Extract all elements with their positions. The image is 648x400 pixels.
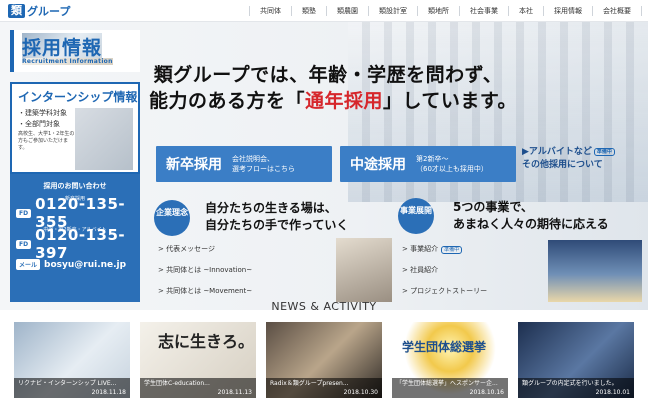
news-card[interactable]: 類グループの内定式を行いました。 2018.10.01 (518, 322, 634, 398)
recruit-title-block: 採用情報 Recruitment Information (10, 30, 140, 72)
nav-item-social[interactable]: 社会事業 (459, 6, 508, 16)
mid-career-desc1: 第2新卒〜 (416, 155, 449, 163)
preparing-badge: 準備中 (441, 246, 463, 254)
nav-item-honsha[interactable]: 本社 (508, 6, 543, 16)
mid-career-desc: 第2新卒〜 （60才以上も採用中） (416, 154, 488, 174)
link-business[interactable]: > 事業紹介 準備中 (402, 244, 487, 265)
phone-row-mid-career[interactable]: FD 0120-135-397 (16, 226, 134, 262)
thumb-text: 志に生きろ。 (158, 332, 255, 351)
news-date: 2018.11.13 (217, 389, 252, 396)
headline2-suffix: 」しています。 (383, 90, 518, 112)
new-grad-desc2: 選考フローはこちら (232, 165, 295, 173)
new-grad-desc: 会社説明会、 選考フローはこちら (232, 154, 295, 174)
nav-item-noen[interactable]: 類農園 (326, 6, 368, 16)
business-links: > 事業紹介 準備中 > 社員紹介 > プロジェクトストーリー (402, 244, 487, 307)
philosophy-links: > 代表メッセージ > 共同体とは ~Innovation~ > 共同体とは ~… (158, 244, 252, 307)
global-nav: 共同体 類塾 類農園 類設計室 類地所 社会事業 本社 採用情報 会社概要 (249, 0, 642, 22)
link-innovation-label: 共同体とは ~Innovation~ (166, 266, 253, 274)
logo-text: グループ (27, 5, 71, 18)
link-staff-label: 社員紹介 (410, 266, 439, 274)
news-date: 2018.11.18 (91, 389, 126, 396)
link-staff[interactable]: > 社員紹介 (402, 265, 487, 286)
top-header: 類 グループ 共同体 類塾 類農園 類設計室 類地所 社会事業 本社 採用情報 … (0, 0, 648, 22)
philosophy-badge: 企業理念 (154, 200, 190, 236)
arbeit-link[interactable]: ▶アルバイトなど 準備中 その他採用について (522, 144, 642, 170)
link-message[interactable]: > 代表メッセージ (158, 244, 252, 265)
ceo-photo (336, 238, 392, 302)
internship-title: インターンシップ情報 (18, 90, 138, 104)
nav-item-juku[interactable]: 類塾 (291, 6, 326, 16)
news-card[interactable]: Radix＆類グループpresen... 2018.10.30 (266, 322, 382, 398)
arbeit-label: ▶アルバイトなど (522, 147, 592, 157)
news-date: 2018.10.01 (595, 389, 630, 396)
nav-item-sekkei[interactable]: 類設計室 (368, 6, 417, 16)
internship-photo (75, 108, 133, 170)
mid-career-title: 中途採用 (350, 157, 406, 173)
news-card[interactable]: 志に生きろ。 学生団体C-education... 2018.11.13 (140, 322, 256, 398)
internship-banner[interactable]: インターンシップ情報 ・建築学科対象 ・全部門対象 高校生、大学1・2年生の方も… (10, 82, 140, 174)
hero-section: 採用情報 Recruitment Information インターンシップ情報 … (0, 22, 648, 310)
mid-career-desc2: （60才以上も採用中） (416, 165, 488, 173)
news-card[interactable]: 学生団体総選挙 「学生団体総選挙」へスポンサー企... 2018.10.16 (392, 322, 508, 398)
freedial-icon: FD (16, 208, 32, 218)
philosophy-line2: 自分たちの手で作っていく (205, 218, 349, 232)
internship-note: 高校生、大学1・2年生の方もご参加いただけます。 (18, 131, 75, 151)
hero-headline-line1: 類グループでは、年齢・学歴を問わず、 (153, 64, 503, 86)
mail-row[interactable]: メール bosyu@rui.ne.jp (16, 259, 134, 270)
arbeit-line2: その他採用について (522, 160, 603, 170)
preparing-badge: 準備中 (593, 148, 615, 156)
page-title: 採用情報 (22, 33, 103, 60)
new-grad-title: 新卒採用 (166, 157, 222, 173)
new-grad-desc1: 会社説明会、 (232, 155, 274, 163)
business-badge: 事業展開 (398, 198, 434, 234)
news-card[interactable]: リクナビ・インターンシップ LIVE... 2018.11.18 (14, 322, 130, 398)
link-innovation[interactable]: > 共同体とは ~Innovation~ (158, 265, 252, 286)
thumb-text: 学生団体総選挙 (402, 340, 487, 354)
freedial-icon: FD (16, 239, 32, 249)
philosophy-line1: 自分たちの生きる場は、 (205, 201, 337, 215)
phone-row-new-grad[interactable]: FD 0120-135-355 (16, 195, 134, 231)
news-date: 2018.10.30 (343, 389, 378, 396)
business-line1: 5つの事業で、 (453, 200, 533, 214)
mail-icon: メール (16, 259, 41, 270)
business-line2: あまねく人々の期待に応える (453, 217, 609, 231)
nav-item-company[interactable]: 会社概要 (592, 6, 642, 16)
contact-box: 採用のお問い合わせ 新卒採用 FD 0120-135-355 中途・第2新卒・ア… (10, 174, 140, 302)
mail-address[interactable]: bosyu@rui.ne.jp (44, 260, 126, 270)
phone-mid-career[interactable]: 0120-135-397 (35, 226, 134, 262)
link-message-label: 代表メッセージ (166, 245, 215, 253)
internship-bullet-architecture: ・建築学科対象 (18, 109, 67, 117)
link-project-label: プロジェクトストーリー (410, 287, 488, 295)
news-date: 2018.10.16 (469, 389, 504, 396)
logo-mark: 類 (8, 4, 25, 18)
nav-item-recruit[interactable]: 採用情報 (543, 6, 592, 16)
page-subtitle: Recruitment Information (22, 58, 113, 65)
building-photo (548, 240, 642, 302)
hero-headline-line2: 能力のある方を「通年採用」しています。 (148, 86, 518, 113)
internship-bullet-all: ・全部門対象 (18, 120, 60, 128)
headline2-prefix: 能力のある方を「 (148, 90, 305, 112)
nav-item-kyodotai[interactable]: 共同体 (249, 6, 291, 16)
link-movement-label: 共同体とは ~Movement~ (166, 287, 253, 295)
logo[interactable]: 類 グループ (8, 3, 70, 19)
nav-item-jisho[interactable]: 類地所 (417, 6, 459, 16)
news-heading: NEWS & ACTIVITY (271, 300, 377, 313)
news-list: リクナビ・インターンシップ LIVE... 2018.11.18 志に生きろ。 … (14, 322, 634, 400)
link-business-label: 事業紹介 (410, 245, 439, 253)
contact-heading: 採用のお問い合わせ (43, 182, 107, 190)
headline2-highlight: 通年採用 (304, 90, 383, 112)
arbeit-line1: ▶アルバイトなど 準備中 (522, 144, 642, 157)
mid-career-button[interactable]: 中途採用 第2新卒〜 （60才以上も採用中） (340, 146, 516, 182)
new-grad-button[interactable]: 新卒採用 会社説明会、 選考フローはこちら (156, 146, 332, 182)
